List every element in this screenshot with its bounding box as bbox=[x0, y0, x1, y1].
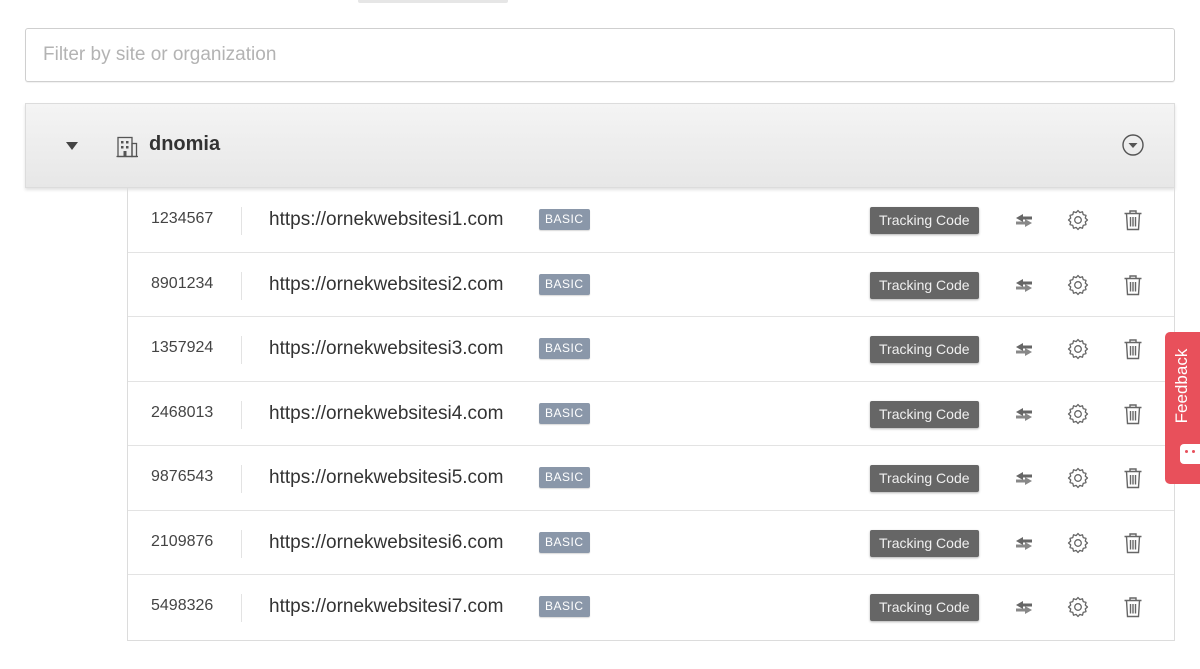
feedback-label: Feedback bbox=[1172, 348, 1191, 424]
site-id: 2109876 bbox=[151, 532, 214, 550]
tracking-code-button[interactable]: Tracking Code bbox=[870, 336, 979, 363]
trash-icon[interactable] bbox=[1121, 208, 1145, 232]
site-id: 1357924 bbox=[151, 339, 214, 356]
site-url[interactable]: https://ornekwebsitesi6.com bbox=[269, 532, 503, 554]
filter-input[interactable] bbox=[25, 28, 1175, 82]
gear-icon[interactable] bbox=[1066, 208, 1090, 232]
plan-badge: BASIC bbox=[539, 273, 590, 295]
smiley-icon bbox=[1180, 444, 1200, 464]
circle-chevron-down-icon[interactable] bbox=[1121, 133, 1145, 157]
transfer-arrows-icon[interactable] bbox=[1012, 595, 1036, 619]
site-row: 2468013 https://ornekwebsitesi4.com BASI… bbox=[128, 382, 1174, 446]
transfer-arrows-icon[interactable] bbox=[1012, 273, 1036, 297]
trash-icon[interactable] bbox=[1121, 531, 1145, 555]
site-row: 1234567 https://ornekwebsitesi1.com BASI… bbox=[128, 188, 1174, 253]
site-row: 8901234 https://ornekwebsitesi2.com BASI… bbox=[128, 253, 1174, 317]
site-row: 9876543 https://ornekwebsitesi5.com BASI… bbox=[128, 446, 1174, 511]
transfer-arrows-icon[interactable] bbox=[1012, 402, 1036, 426]
feedback-button[interactable]: Feedback bbox=[1165, 332, 1200, 484]
trash-icon[interactable] bbox=[1121, 273, 1145, 297]
plan-badge: BASIC bbox=[539, 467, 590, 488]
caret-down-icon[interactable] bbox=[66, 142, 78, 150]
divider bbox=[241, 336, 242, 364]
site-list: 1234567 https://ornekwebsitesi1.com BASI… bbox=[127, 188, 1175, 641]
tracking-code-button[interactable]: Tracking Code bbox=[870, 529, 979, 557]
tracking-code-button[interactable]: Tracking Code bbox=[870, 400, 979, 428]
transfer-arrows-icon[interactable] bbox=[1012, 466, 1036, 490]
site-row: 1357924 https://ornekwebsitesi3.com BASI… bbox=[128, 317, 1174, 382]
site-id: 9876543 bbox=[151, 468, 214, 485]
site-url[interactable]: https://ornekwebsitesi1.com bbox=[269, 209, 503, 231]
gear-icon[interactable] bbox=[1066, 595, 1090, 619]
organization-name: dnomia bbox=[149, 133, 221, 155]
gear-icon[interactable] bbox=[1066, 337, 1090, 361]
divider bbox=[241, 594, 242, 622]
building-icon bbox=[115, 135, 139, 159]
top-tab[interactable] bbox=[358, 0, 508, 3]
tracking-code-button[interactable]: Tracking Code bbox=[870, 594, 979, 621]
trash-icon[interactable] bbox=[1121, 595, 1145, 619]
site-row: 2109876 https://ornekwebsitesi6.com BASI… bbox=[128, 511, 1174, 575]
trash-icon[interactable] bbox=[1121, 402, 1145, 426]
divider bbox=[241, 529, 242, 558]
tracking-code-button[interactable]: Tracking Code bbox=[870, 465, 979, 492]
transfer-arrows-icon[interactable] bbox=[1012, 208, 1036, 232]
site-id: 2468013 bbox=[151, 403, 214, 421]
site-url[interactable]: https://ornekwebsitesi7.com bbox=[269, 596, 503, 618]
site-url[interactable]: https://ornekwebsitesi4.com bbox=[269, 403, 503, 425]
plan-badge: BASIC bbox=[539, 596, 590, 617]
transfer-arrows-icon[interactable] bbox=[1012, 337, 1036, 361]
transfer-arrows-icon[interactable] bbox=[1012, 531, 1036, 555]
plan-badge: BASIC bbox=[539, 402, 590, 424]
plan-badge: BASIC bbox=[539, 338, 590, 359]
divider bbox=[241, 400, 242, 429]
gear-icon[interactable] bbox=[1066, 273, 1090, 297]
site-id: 8901234 bbox=[151, 274, 214, 292]
site-url[interactable]: https://ornekwebsitesi2.com bbox=[269, 274, 503, 296]
gear-icon[interactable] bbox=[1066, 402, 1090, 426]
organization-header: dnomia bbox=[25, 103, 1175, 188]
site-id: 1234567 bbox=[151, 210, 214, 227]
divider bbox=[241, 207, 242, 235]
trash-icon[interactable] bbox=[1121, 337, 1145, 361]
plan-badge: BASIC bbox=[539, 209, 590, 230]
site-url[interactable]: https://ornekwebsitesi5.com bbox=[269, 467, 503, 489]
tracking-code-button[interactable]: Tracking Code bbox=[870, 207, 979, 234]
plan-badge: BASIC bbox=[539, 531, 590, 553]
gear-icon[interactable] bbox=[1066, 531, 1090, 555]
site-url[interactable]: https://ornekwebsitesi3.com bbox=[269, 338, 503, 360]
tracking-code-button[interactable]: Tracking Code bbox=[870, 271, 979, 299]
site-row: 5498326 https://ornekwebsitesi7.com BASI… bbox=[128, 575, 1174, 640]
divider bbox=[241, 465, 242, 493]
divider bbox=[241, 271, 242, 300]
gear-icon[interactable] bbox=[1066, 466, 1090, 490]
site-id: 5498326 bbox=[151, 597, 214, 614]
trash-icon[interactable] bbox=[1121, 466, 1145, 490]
